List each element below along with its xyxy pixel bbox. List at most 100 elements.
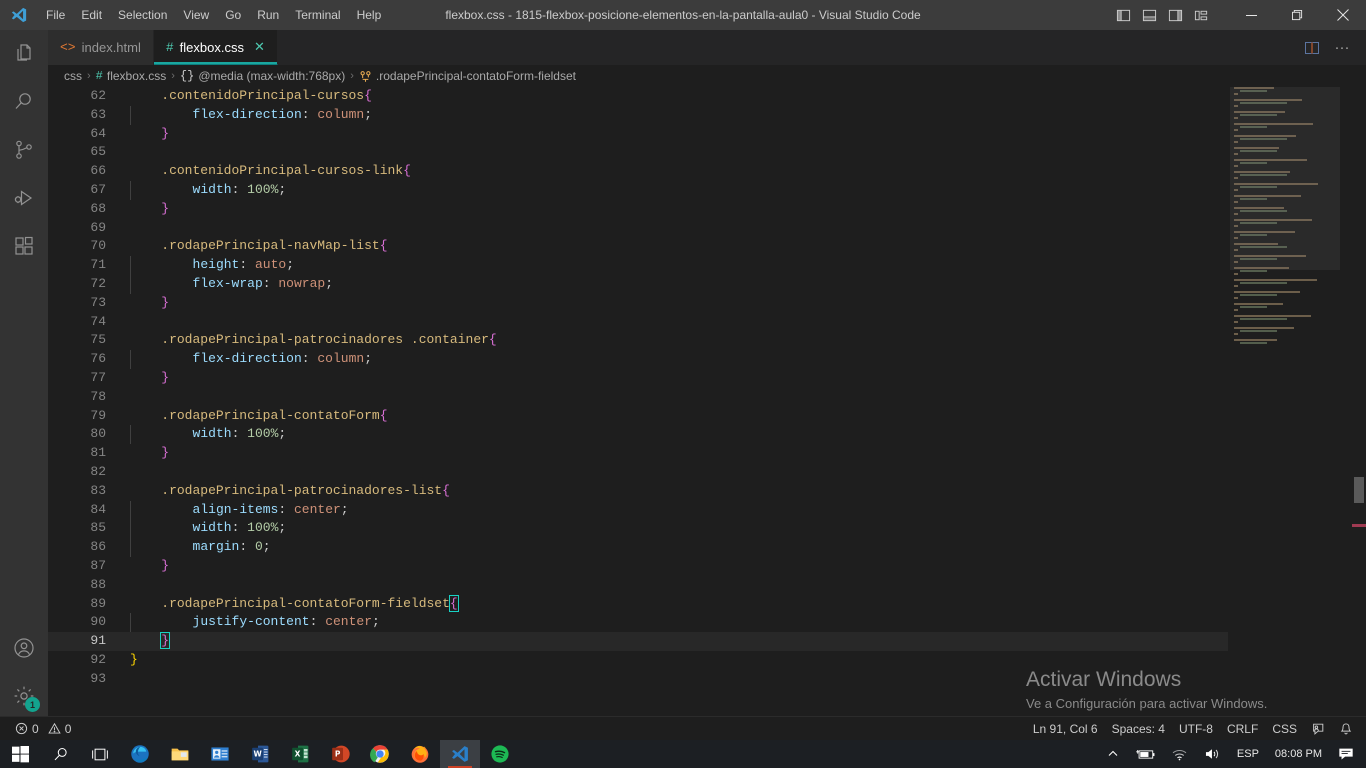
code-line[interactable]: 80 width: 100%; (48, 425, 1228, 445)
clock[interactable]: 08:08 PM (1267, 748, 1330, 761)
sidebar-item-accounts[interactable] (0, 624, 48, 672)
breadcrumb-item-file[interactable]: # flexbox.css (96, 69, 167, 83)
code-line[interactable]: 70 .rodapePrincipal-navMap-list{ (48, 237, 1228, 256)
chevron-up-icon[interactable] (1099, 740, 1127, 768)
minimap[interactable] (1230, 87, 1340, 716)
code-line[interactable]: 76 flex-direction: column; (48, 350, 1228, 369)
sidebar-item-extensions[interactable] (0, 222, 48, 270)
code-line[interactable]: 89 .rodapePrincipal-contatoForm-fieldset{ (48, 594, 1228, 614)
code-line[interactable]: 86 margin: 0; (48, 538, 1228, 557)
status-encoding[interactable]: UTF-8 (1172, 718, 1220, 740)
code-line[interactable]: 68} (48, 200, 1228, 219)
close-icon[interactable]: ✕ (254, 39, 265, 55)
status-eol[interactable]: CRLF (1220, 718, 1265, 740)
microsoft-excel-button[interactable]: X (280, 740, 320, 768)
sidebar-item-search[interactable] (0, 78, 48, 126)
sidebar-item-run-and-debug[interactable] (0, 174, 48, 222)
code-line[interactable]: 63 flex-direction: column; (48, 105, 1228, 125)
status-cursor-position[interactable]: Ln 91, Col 6 (1026, 718, 1105, 740)
code-line[interactable]: 91} (48, 632, 1228, 651)
code-line[interactable]: 75 .rodapePrincipal-patrocinadores .conta… (48, 331, 1228, 350)
menu-selection[interactable]: Selection (110, 0, 175, 30)
customize-layout-icon[interactable] (1188, 2, 1214, 28)
sidebar-item-explorer[interactable] (0, 30, 48, 78)
toggle-primary-sidebar-icon[interactable] (1110, 2, 1136, 28)
code-line[interactable]: 62 .contenidoPrincipal-cursos{ (48, 87, 1228, 106)
microsoft-edge-button[interactable] (120, 740, 160, 768)
split-editor-right-icon[interactable] (1298, 34, 1326, 62)
speaker-icon[interactable] (1196, 740, 1229, 768)
sidebar-item-manage[interactable]: 1 (0, 672, 48, 720)
task-view-button[interactable] (80, 740, 120, 768)
minimap-slider[interactable] (1230, 87, 1340, 270)
code-line[interactable]: 69 (48, 219, 1228, 238)
code-line[interactable]: 84 align-items: center; (48, 500, 1228, 520)
code-line[interactable]: 90 justify-content: center; (48, 613, 1228, 633)
code-token: } (161, 445, 170, 461)
code-lines[interactable]: 62 .contenidoPrincipal-cursos{63 flex-dire… (48, 87, 1228, 716)
code-line[interactable]: 93 (48, 670, 1228, 689)
code-line[interactable]: 72 flex-wrap: nowrap; (48, 274, 1228, 294)
toggle-panel-icon[interactable] (1136, 2, 1162, 28)
code-line[interactable]: 85 width: 100%; (48, 519, 1228, 539)
google-chrome-button[interactable] (360, 740, 400, 768)
status-language-mode[interactable]: CSS (1265, 718, 1304, 740)
file-explorer-button[interactable] (160, 740, 200, 768)
menu-file[interactable]: File (38, 0, 73, 30)
menu-run[interactable]: Run (249, 0, 287, 30)
visual-studio-code-button[interactable] (440, 740, 480, 768)
breadcrumb-item-rule[interactable]: .rodapePrincipal-contatoForm-fieldset (359, 69, 576, 83)
code-line[interactable]: 78 (48, 388, 1228, 407)
code-line[interactable]: 82 (48, 463, 1228, 482)
wifi-icon[interactable] (1163, 740, 1196, 768)
language-indicator[interactable]: ESP (1229, 740, 1267, 768)
microsoft-powerpoint-button[interactable]: P (320, 740, 360, 768)
maximize-button[interactable] (1274, 0, 1320, 30)
code-line[interactable]: 81} (48, 444, 1228, 463)
code-token: width (192, 426, 232, 442)
mail-button[interactable] (200, 740, 240, 768)
breadcrumb-item-css[interactable]: css (64, 69, 82, 83)
microsoft-word-button[interactable]: W (240, 740, 280, 768)
tab-flexbox-css[interactable]: # flexbox.css ✕ (153, 30, 278, 65)
menu-view[interactable]: View (175, 0, 217, 30)
code-line[interactable]: 73} (48, 294, 1228, 313)
notification-icon[interactable] (1330, 740, 1362, 768)
code-line[interactable]: 66 .contenidoPrincipal-cursos-link{ (48, 162, 1228, 181)
code-token: } (130, 651, 138, 667)
tab-index-html[interactable]: <> index.html (48, 30, 154, 65)
more-actions-icon[interactable]: ··· (1328, 34, 1356, 62)
code-line[interactable]: 79 .rodapePrincipal-contatoForm{ (48, 407, 1228, 426)
sidebar-item-source-control[interactable] (0, 126, 48, 174)
menu-edit[interactable]: Edit (73, 0, 110, 30)
toggle-secondary-sidebar-icon[interactable] (1162, 2, 1188, 28)
code-line[interactable]: 64} (48, 125, 1228, 144)
status-indentation[interactable]: Spaces: 4 (1105, 718, 1172, 740)
close-button[interactable] (1320, 0, 1366, 30)
status-problems[interactable]: 0 0 (8, 718, 78, 740)
code-line[interactable]: 67 width: 100%; (48, 180, 1228, 200)
status-notifications[interactable] (1332, 718, 1360, 740)
mozilla-firefox-button[interactable] (400, 740, 440, 768)
code-line[interactable]: 87} (48, 557, 1228, 576)
code-line[interactable]: 74 (48, 313, 1228, 332)
code-line[interactable]: 88 (48, 576, 1228, 595)
spotify-button[interactable] (480, 740, 520, 768)
menu-terminal[interactable]: Terminal (287, 0, 348, 30)
breadcrumb-item-media[interactable]: {} @media (max-width:768px) (180, 69, 345, 83)
editor-scrollbar[interactable] (1352, 87, 1366, 716)
scrollbar-thumb[interactable] (1354, 477, 1364, 503)
menu-go[interactable]: Go (217, 0, 249, 30)
search-taskbar-button[interactable] (40, 740, 80, 768)
code-line[interactable]: 77} (48, 369, 1228, 388)
code-line[interactable]: 83 .rodapePrincipal-patrocinadores-list{ (48, 482, 1228, 501)
status-feedback[interactable] (1304, 718, 1332, 740)
start-button[interactable] (0, 740, 40, 768)
code-line[interactable]: 65 (48, 143, 1228, 162)
code-editor[interactable]: 62 .contenidoPrincipal-cursos{63 flex-dire… (48, 87, 1366, 716)
battery-charging-icon[interactable] (1127, 740, 1163, 768)
code-line[interactable]: 92} (48, 651, 1228, 670)
menu-help[interactable]: Help (349, 0, 390, 30)
code-line[interactable]: 71 height: auto; (48, 256, 1228, 275)
minimize-button[interactable] (1228, 0, 1274, 30)
